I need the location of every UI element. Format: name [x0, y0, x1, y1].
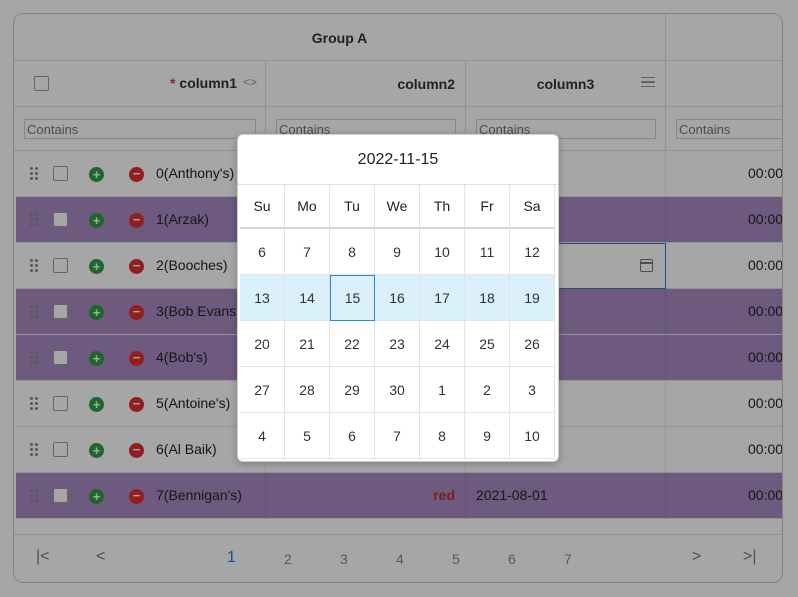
calendar-day[interactable]: 5: [285, 413, 330, 459]
calendar-day[interactable]: 11: [465, 229, 510, 275]
calendar-day[interactable]: 10: [510, 413, 555, 459]
calendar-day[interactable]: 21: [285, 321, 330, 367]
calendar-day[interactable]: 22: [330, 321, 375, 367]
calendar-day[interactable]: 9: [465, 413, 510, 459]
calendar-day[interactable]: 10: [420, 229, 465, 275]
date-picker-popup: 2022-11-15 Su Mo Tu We Th Fr Sa 6 7 8 9 10 11 12 13 14 1…: [237, 134, 559, 462]
calendar-day[interactable]: 12: [510, 229, 555, 275]
day-of-week-header: Th: [420, 185, 465, 229]
calendar-day[interactable]: 29: [330, 367, 375, 413]
day-of-week-header: Sa: [510, 185, 555, 229]
calendar-day[interactable]: 1: [420, 367, 465, 413]
calendar-day[interactable]: 2: [465, 367, 510, 413]
day-of-week-header: We: [375, 185, 420, 229]
calendar-day[interactable]: 13: [240, 275, 285, 321]
day-of-week-header: Su: [240, 185, 285, 229]
calendar-day[interactable]: 16: [375, 275, 420, 321]
calendar-day[interactable]: 14: [285, 275, 330, 321]
calendar-day[interactable]: 7: [285, 229, 330, 275]
calendar-day[interactable]: 7: [375, 413, 420, 459]
calendar-day[interactable]: 3: [510, 367, 555, 413]
calendar-day[interactable]: 30: [375, 367, 420, 413]
calendar-day[interactable]: 26: [510, 321, 555, 367]
calendar-day[interactable]: 6: [330, 413, 375, 459]
calendar-day[interactable]: 23: [375, 321, 420, 367]
calendar-day[interactable]: 8: [420, 413, 465, 459]
calendar-day[interactable]: 28: [285, 367, 330, 413]
calendar-day[interactable]: 20: [240, 321, 285, 367]
day-of-week-header: Tu: [330, 185, 375, 229]
calendar-day[interactable]: 27: [240, 367, 285, 413]
day-of-week-header: Fr: [465, 185, 510, 229]
calendar-day[interactable]: 15: [330, 275, 375, 321]
calendar-day[interactable]: 6: [240, 229, 285, 275]
calendar-day[interactable]: 17: [420, 275, 465, 321]
calendar-day[interactable]: 25: [465, 321, 510, 367]
calendar-day[interactable]: 4: [240, 413, 285, 459]
calendar-day[interactable]: 24: [420, 321, 465, 367]
day-of-week-header: Mo: [285, 185, 330, 229]
calendar-day[interactable]: 19: [510, 275, 555, 321]
date-picker-title: 2022-11-15: [238, 135, 558, 185]
calendar-day[interactable]: 18: [465, 275, 510, 321]
calendar-day[interactable]: 8: [330, 229, 375, 275]
calendar-day[interactable]: 9: [375, 229, 420, 275]
